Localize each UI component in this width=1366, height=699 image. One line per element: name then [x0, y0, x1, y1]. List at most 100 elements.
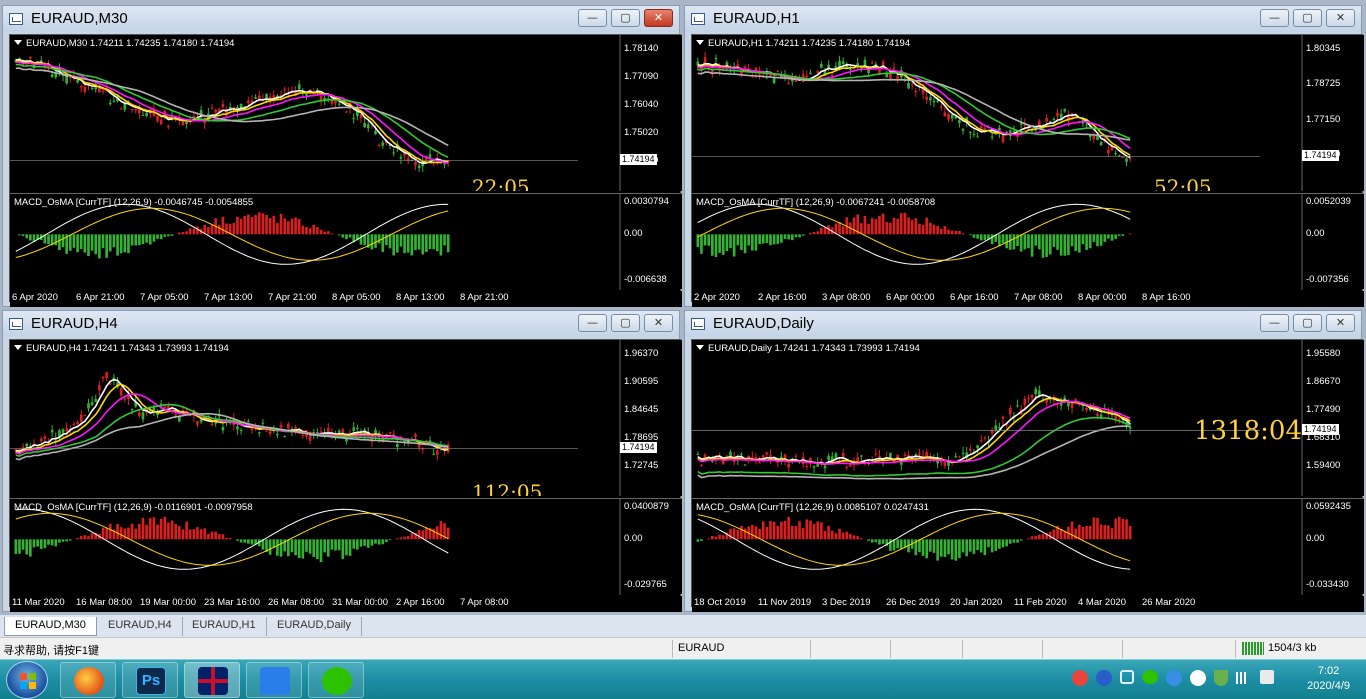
maximize-button[interactable]: ▢ [611, 9, 640, 27]
chart-window-h4[interactable]: EURAUD,H4 — ▢ ✕ EURAUD,H4 1.74241 1.7434… [2, 310, 682, 612]
candle-body [1063, 397, 1067, 399]
macd-pane[interactable]: MACD_OsMA [CurrTF] (12,26,9) -0.0067241 … [692, 193, 1364, 290]
tab-euraud-daily[interactable]: EURAUD,Daily [267, 617, 362, 636]
candle-body [83, 415, 87, 417]
macd-histogram-bar [943, 226, 947, 235]
window-titlebar[interactable]: EURAUD,M30 — ▢ ✕ [3, 6, 679, 32]
signal-icon[interactable] [1236, 672, 1250, 684]
sogou-icon[interactable] [1072, 670, 1088, 686]
macd-scale-label: -0.029765 [624, 579, 667, 590]
macd-histogram-bar [758, 234, 761, 245]
help-icon[interactable] [1096, 670, 1112, 686]
close-button[interactable]: ✕ [644, 314, 673, 332]
candle-body [221, 104, 225, 108]
price-pane[interactable]: EURAUD,H1 1.74211 1.74235 1.74180 1.7419… [692, 35, 1364, 191]
macd-histogram-bar [170, 520, 174, 540]
volume-icon[interactable] [1260, 670, 1274, 684]
macd-histogram-bar [156, 524, 159, 540]
chart-window-daily[interactable]: EURAUD,Daily — ▢ ✕ EURAUD,Daily 1.74241 … [684, 310, 1364, 612]
start-button[interactable] [6, 661, 48, 699]
taskbar-notes[interactable] [246, 662, 302, 698]
close-button[interactable]: ✕ [1326, 314, 1355, 332]
macd-histogram-bar [896, 539, 899, 549]
maximize-button[interactable]: ▢ [1293, 314, 1322, 332]
close-button[interactable]: ✕ [644, 9, 673, 27]
macd-histogram-bar [127, 527, 130, 540]
window-titlebar[interactable]: EURAUD,H1 — ▢ ✕ [685, 6, 1361, 32]
chat-icon[interactable] [1166, 670, 1182, 686]
macd-histogram-bar [39, 539, 43, 549]
close-button[interactable]: ✕ [1326, 9, 1355, 27]
macd-histogram-bar [279, 539, 283, 557]
time-axis: 2 Apr 2020 2 Apr 16:00 3 Apr 08:00 6 Apr 00… [692, 291, 1364, 307]
time-axis-label: 8 Apr 16:00 [1142, 292, 1191, 303]
taskbar-firefox[interactable] [60, 662, 116, 698]
shield-icon[interactable] [1214, 670, 1228, 686]
macd-histogram-bar [787, 516, 790, 540]
candle-body [1048, 121, 1052, 123]
macd-histogram-bar [1117, 234, 1121, 236]
macd-histogram-bar [127, 234, 130, 254]
taskbar-photoshop[interactable]: Ps [122, 662, 178, 698]
macd-histogram-bar [54, 234, 58, 246]
candle-body [79, 85, 83, 88]
macd-histogram-bar [1117, 517, 1121, 540]
macd-histogram-bar [1088, 234, 1092, 249]
security-icon[interactable] [1190, 670, 1206, 686]
tab-euraud-m30[interactable]: EURAUD,M30 [4, 617, 97, 636]
macd-histogram-bar [1052, 234, 1056, 247]
price-scale-label: 1.78725 [1306, 78, 1341, 90]
macd-histogram-bar [167, 522, 170, 540]
macd-histogram-bar [823, 530, 827, 540]
macd-histogram-bar [1107, 525, 1110, 540]
wechat-icon[interactable] [1142, 670, 1158, 684]
chart-area[interactable]: EURAUD,H1 1.74211 1.74235 1.74180 1.7419… [691, 34, 1364, 307]
macd-histogram-bar [761, 521, 765, 540]
window-titlebar[interactable]: EURAUD,H4 — ▢ ✕ [3, 311, 679, 337]
candle-body [388, 432, 392, 434]
macd-histogram-bar [250, 216, 254, 235]
maximize-button[interactable]: ▢ [611, 314, 640, 332]
macd-pane[interactable]: MACD_OsMA [CurrTF] (12,26,9) 0.0085107 0… [692, 498, 1364, 595]
macd-histogram-bar [700, 539, 703, 541]
minimize-button[interactable]: — [1260, 9, 1289, 27]
macd-histogram-bar [899, 213, 903, 235]
macd-histogram-bar [417, 234, 421, 250]
macd-histogram-bar [199, 529, 203, 540]
tab-euraud-h4[interactable]: EURAUD,H4 [98, 617, 183, 636]
macd-histogram-bar [1092, 517, 1096, 540]
candle-body [1001, 135, 1005, 143]
chart-area[interactable]: EURAUD,M30 1.74211 1.74235 1.74180 1.741… [9, 34, 682, 307]
macd-histogram-bar [76, 537, 79, 540]
price-pane[interactable]: EURAUD,M30 1.74211 1.74235 1.74180 1.741… [10, 35, 682, 191]
macd-histogram-bar [787, 234, 790, 240]
candle-body [414, 162, 417, 166]
taskbar-clock[interactable]: 7:02 2020/4/9 [1307, 664, 1350, 694]
chart-area[interactable]: EURAUD,H4 1.74241 1.74343 1.73993 1.7419… [9, 339, 682, 612]
minimize-button[interactable]: — [1260, 314, 1289, 332]
chart-window-h1[interactable]: EURAUD,H1 — ▢ ✕ EURAUD,H1 1.74211 1.7423… [684, 5, 1364, 307]
time-axis-label: 7 Apr 21:00 [268, 292, 317, 303]
windows-logo-icon [20, 673, 36, 689]
macd-histogram-bar [1001, 234, 1005, 243]
taskbar-wechat[interactable] [308, 662, 364, 698]
candle-body [889, 452, 892, 459]
macd-scale-label: 0.00 [1306, 228, 1325, 240]
tab-euraud-h1[interactable]: EURAUD,H1 [182, 617, 267, 636]
window-titlebar[interactable]: EURAUD,Daily — ▢ ✕ [685, 311, 1361, 337]
macd-pane[interactable]: MACD_OsMA [CurrTF] (12,26,9) -0.0116901 … [10, 498, 682, 595]
minimize-button[interactable]: — [578, 9, 607, 27]
chart-window-m30[interactable]: EURAUD,M30 — ▢ ✕ EURAUD,M30 1.74211 1.74… [2, 5, 682, 307]
maximize-button[interactable]: ▢ [1293, 9, 1322, 27]
price-pane[interactable]: EURAUD,Daily 1.74241 1.74343 1.73993 1.7… [692, 340, 1364, 496]
taskbar-metatrader[interactable] [184, 662, 240, 698]
price-pane[interactable]: EURAUD,H4 1.74241 1.74343 1.73993 1.7419… [10, 340, 682, 496]
chart-area[interactable]: EURAUD,Daily 1.74241 1.74343 1.73993 1.7… [691, 339, 1364, 612]
minimize-button[interactable]: — [578, 314, 607, 332]
candle-body [392, 152, 395, 154]
macd-histogram-bar [1023, 234, 1027, 250]
macd-pane[interactable]: MACD_OsMA [CurrTF] (12,26,9) -0.0046745 … [10, 193, 682, 290]
macd-histogram-bar [878, 215, 881, 235]
macd-histogram-bar [312, 539, 316, 557]
wifi-icon[interactable] [1120, 670, 1134, 684]
